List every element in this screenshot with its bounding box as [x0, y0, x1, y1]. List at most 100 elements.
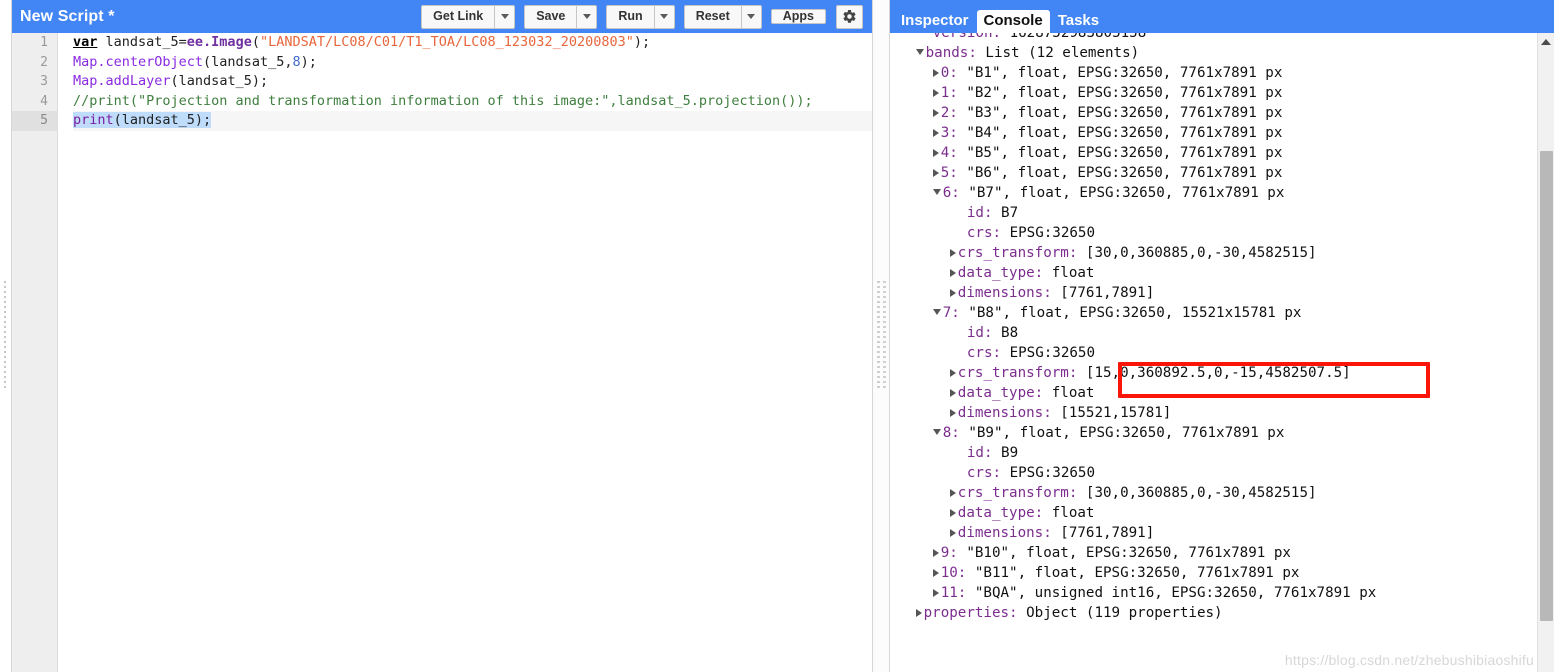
console-row[interactable]: 11: "BQA", unsigned int16, EPSG:32650, 7… [890, 583, 1537, 603]
console-row[interactable]: 10: "B11", float, EPSG:32650, 7761x7891 … [890, 563, 1537, 583]
console-row[interactable]: id: B7 [890, 203, 1537, 223]
console-key: 6: [942, 185, 960, 201]
line-number: 1 [40, 35, 48, 50]
code-line[interactable]: Map.centerObject(landsat_5,8); [73, 53, 872, 73]
console-key: version: [932, 33, 1002, 41]
console-row[interactable]: bands: List (12 elements) [890, 43, 1537, 63]
row-indent [890, 105, 933, 121]
expand-arrow-icon[interactable] [949, 389, 956, 397]
expand-arrow-icon[interactable] [949, 249, 956, 257]
scroll-up-button[interactable] [1538, 33, 1554, 50]
save-button[interactable]: Save [524, 4, 577, 29]
console-row[interactable]: 0: "B1", float, EPSG:32650, 7761x7891 px [890, 63, 1537, 83]
expand-arrow-icon[interactable] [932, 129, 939, 137]
splitter-grip [876, 281, 886, 391]
expand-arrow-icon[interactable] [932, 589, 939, 597]
code-content[interactable]: var landsat_5=ee.Image("LANDSAT/LC08/C01… [59, 33, 872, 672]
console-scrollbar[interactable] [1537, 33, 1554, 672]
console-row[interactable]: crs: EPSG:32650 [890, 343, 1537, 363]
code-token: (landsat_5); [170, 73, 269, 90]
chevron-down-icon [660, 14, 669, 19]
settings-button[interactable] [836, 4, 863, 29]
tab-console[interactable]: Console [976, 10, 1050, 34]
code-line[interactable]: Map.addLayer(landsat_5); [73, 72, 872, 92]
script-editor-pane: New Script * Get Link Save Run Reset App… [12, 0, 872, 672]
expand-arrow-icon[interactable] [932, 149, 939, 157]
save-dropdown-button[interactable] [576, 4, 598, 29]
console-row[interactable]: crs_transform: [30,0,360885,0,-30,458251… [890, 243, 1537, 263]
code-token: 8 [292, 53, 301, 70]
collapse-arrow-icon[interactable] [915, 49, 924, 55]
scrollbar-thumb[interactable] [1540, 151, 1553, 621]
expand-arrow-icon[interactable] [949, 369, 956, 377]
tab-inspector[interactable]: Inspector [894, 10, 976, 34]
console-row[interactable]: 8: "B9", float, EPSG:32650, 7761x7891 px [890, 423, 1537, 443]
console-row[interactable]: data_type: float [890, 263, 1537, 283]
reset-button[interactable]: Reset [683, 4, 741, 29]
no-arrow-spacer [950, 205, 967, 221]
code-token: var [73, 34, 98, 50]
reset-dropdown-button[interactable] [740, 4, 762, 29]
console-row[interactable]: dimensions: [15521,15781] [890, 403, 1537, 423]
console-row[interactable]: 7: "B8", float, EPSG:32650, 15521x15781 … [890, 303, 1537, 323]
console-row[interactable]: dimensions: [7761,7891] [890, 283, 1537, 303]
console-row[interactable]: crs_transform: [30,0,360885,0,-30,458251… [890, 483, 1537, 503]
code-line[interactable]: //print("Projection and transformation i… [73, 92, 872, 112]
console-row[interactable]: crs: EPSG:32650 [890, 223, 1537, 243]
expand-arrow-icon[interactable] [932, 89, 939, 97]
console-row[interactable]: properties: Object (119 properties) [890, 603, 1537, 623]
code-line[interactable]: var landsat_5=ee.Image("LANDSAT/LC08/C01… [73, 33, 872, 53]
code-editor[interactable]: 1 2 3 4 5 var landsat_5=ee.Image("LANDSAT/LC… [12, 33, 872, 672]
console-value: B8 [992, 325, 1019, 341]
console-row[interactable]: dimensions: [7761,7891] [890, 523, 1537, 543]
expand-arrow-icon[interactable] [915, 609, 922, 617]
center-panel-splitter[interactable] [872, 0, 890, 672]
console-row[interactable]: crs_transform: [15,0,360892.5,0,-15,4582… [890, 363, 1537, 383]
expand-arrow-icon[interactable] [949, 269, 956, 277]
console-output[interactable]: version: 1628752983805158 bands: List (1… [890, 33, 1554, 672]
row-indent [890, 145, 933, 161]
expand-arrow-icon[interactable] [949, 529, 956, 537]
console-row[interactable]: data_type: float [890, 503, 1537, 523]
expand-arrow-icon[interactable] [932, 549, 939, 557]
expand-arrow-icon[interactable] [949, 489, 956, 497]
console-row[interactable]: 1: "B2", float, EPSG:32650, 7761x7891 px [890, 83, 1537, 103]
expand-arrow-icon[interactable] [932, 169, 939, 177]
expand-arrow-icon[interactable] [932, 109, 939, 117]
console-row[interactable]: crs: EPSG:32650 [890, 463, 1537, 483]
code-line[interactable]: print(landsat_5); [73, 111, 872, 131]
row-indent [890, 125, 933, 141]
apps-button[interactable]: Apps [770, 9, 826, 24]
console-row[interactable]: 9: "B10", float, EPSG:32650, 7761x7891 p… [890, 543, 1537, 563]
code-token: Map.addLayer [73, 73, 171, 90]
chevron-down-icon [747, 14, 756, 19]
collapse-arrow-icon[interactable] [932, 429, 941, 435]
expand-arrow-icon[interactable] [932, 569, 939, 577]
run-dropdown-button[interactable] [653, 4, 675, 29]
console-row[interactable]: 3: "B4", float, EPSG:32650, 7761x7891 px [890, 123, 1537, 143]
get-link-button[interactable]: Get Link [421, 4, 495, 29]
console-row[interactable]: id: B8 [890, 323, 1537, 343]
code-token: //print("Projection and transformation i… [73, 92, 813, 109]
expand-arrow-icon[interactable] [949, 509, 956, 517]
collapse-arrow-icon[interactable] [932, 189, 941, 195]
console-row[interactable]: 5: "B6", float, EPSG:32650, 7761x7891 px [890, 163, 1537, 183]
no-arrow-spacer [950, 445, 967, 461]
expand-arrow-icon[interactable] [949, 289, 956, 297]
expand-arrow-icon[interactable] [949, 409, 956, 417]
console-row[interactable]: 2: "B3", float, EPSG:32650, 7761x7891 px [890, 103, 1537, 123]
left-panel-splitter[interactable] [0, 0, 12, 672]
console-row[interactable]: 6: "B7", float, EPSG:32650, 7761x7891 px [890, 183, 1537, 203]
collapse-arrow-icon[interactable] [932, 309, 941, 315]
tab-tasks[interactable]: Tasks [1051, 10, 1106, 34]
console-row[interactable]: 4: "B5", float, EPSG:32650, 7761x7891 px [890, 143, 1537, 163]
console-row[interactable]: version: 1628752983805158 [890, 33, 1537, 43]
console-value: "B1", float, EPSG:32650, 7761x7891 px [957, 65, 1283, 81]
console-row[interactable]: data_type: float [890, 383, 1537, 403]
get-link-dropdown-button[interactable] [494, 4, 516, 29]
console-row[interactable]: id: B9 [890, 443, 1537, 463]
run-button[interactable]: Run [606, 4, 654, 29]
row-indent [890, 565, 933, 581]
console-key: dimensions: [957, 405, 1052, 421]
expand-arrow-icon[interactable] [932, 69, 939, 77]
